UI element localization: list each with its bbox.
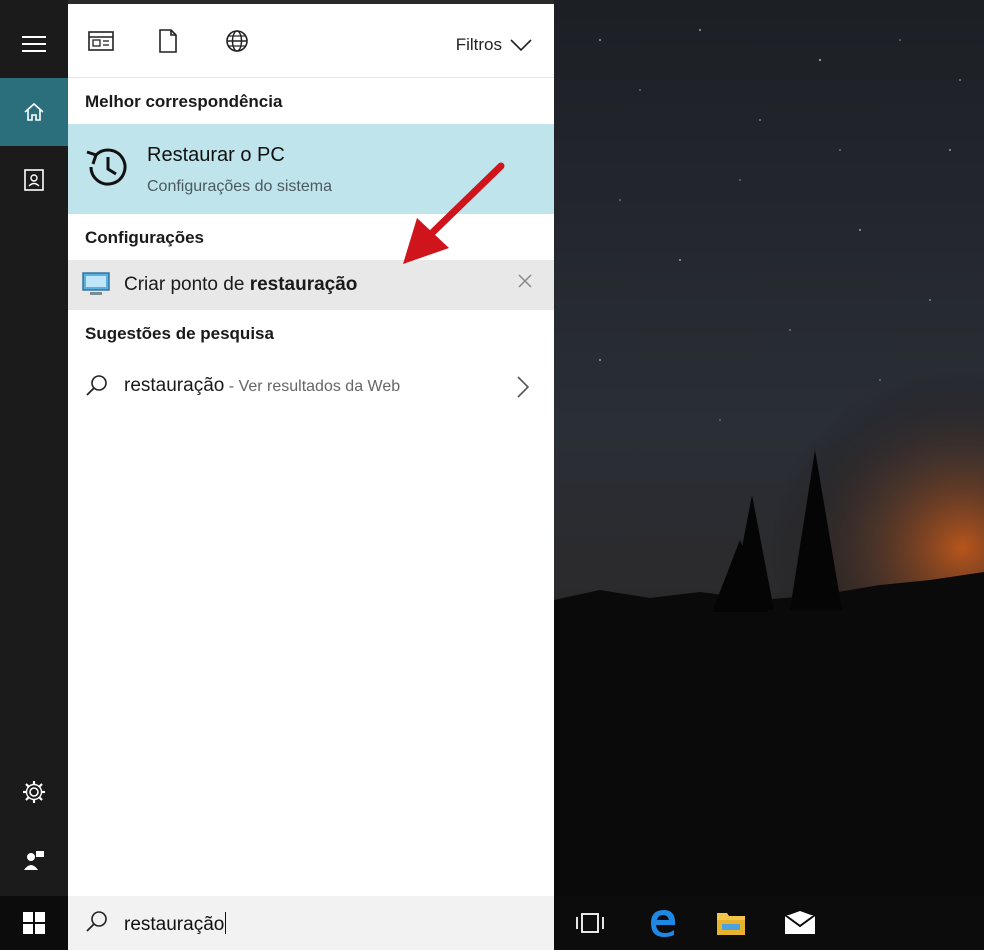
close-icon[interactable] [518,274,532,288]
hamburger-icon [22,36,46,52]
feedback-button[interactable] [0,832,68,888]
document-icon [159,29,177,53]
left-rail [0,0,68,896]
label-highlight: restauração [249,274,358,295]
monitor-icon [82,272,110,295]
taskbar [554,896,984,950]
task-view-button[interactable] [572,905,608,941]
settings-gear-icon [23,781,45,803]
home-button[interactable] [0,78,68,146]
hamburger-menu-button[interactable] [0,16,68,72]
suggestion-term: restauração [124,375,225,396]
settings-button[interactable] [0,764,68,820]
search-toolbar: Filtros [68,4,554,78]
search-box[interactable]: restauração [68,896,554,950]
web-suggestion-item[interactable]: restauração - Ver resultados da Web [68,360,554,412]
home-icon [24,102,44,121]
web-filter-button[interactable] [222,26,252,56]
notebook-button[interactable] [0,150,68,210]
restore-history-icon [86,148,127,186]
file-explorer-button[interactable] [713,905,749,941]
edge-browser-icon [651,910,676,937]
search-results-panel: Filtros Melhor correspondência Restaurar… [68,0,554,896]
annotation-arrow [403,162,505,264]
settings-result-label: Criar ponto de restauração [124,274,357,296]
file-explorer-icon [717,913,745,935]
section-settings: Configurações [85,228,205,247]
task-view-icon [576,913,604,933]
section-best-match: Melhor correspondência [85,92,283,111]
section-suggestions: Sugestões de pesquisa [85,324,274,343]
documents-filter-button[interactable] [153,26,183,56]
suggestion-text: restauração - Ver resultados da Web [124,375,400,397]
start-button[interactable] [0,896,68,950]
search-icon [86,911,107,932]
edge-browser-button[interactable] [645,905,681,941]
apps-icon [88,31,114,51]
mail-icon [784,911,816,934]
apps-filter-button[interactable] [86,26,116,56]
filters-label: Filtros [455,35,502,54]
search-input[interactable]: restauração [124,912,227,936]
mail-button[interactable] [782,905,818,941]
suggestion-sub: - Ver resultados da Web [224,378,401,395]
chevron-right-icon[interactable] [516,375,530,399]
label-prefix: Criar ponto de [124,274,250,295]
search-icon [86,375,107,396]
search-query: restauração [124,914,225,935]
text-caret [225,912,227,934]
web-globe-icon [226,30,248,52]
best-match-title: Restaurar o PC [147,144,285,166]
notebook-icon [24,169,44,191]
windows-start-icon [23,912,45,934]
filters-dropdown[interactable]: Filtros [456,35,532,55]
chevron-down-icon [510,39,532,51]
feedback-person-icon [24,851,44,870]
best-match-subtitle: Configurações do sistema [147,178,332,195]
